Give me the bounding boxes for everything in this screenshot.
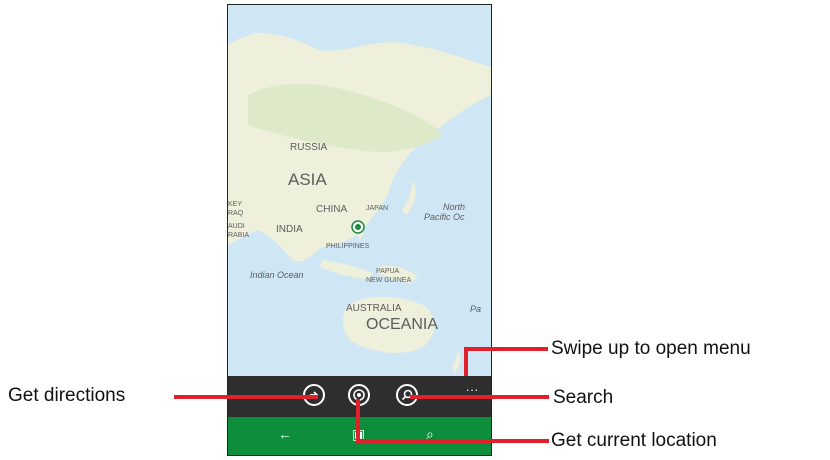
search-icon <box>401 389 413 401</box>
label-japan: JAPAN <box>366 205 388 212</box>
label-pacific: Pacific Oc <box>424 212 465 222</box>
search-nav-icon[interactable]: ⌕ <box>426 426 434 443</box>
label-asia: ASIA <box>288 170 327 189</box>
label-philippines: PHILIPPINES <box>326 243 370 250</box>
callout-get-directions: Get directions <box>8 385 126 406</box>
label-north: North <box>443 202 465 212</box>
label-left-3: AUDI <box>228 223 245 230</box>
label-new-guinea: NEW GUINEA <box>366 277 411 284</box>
label-china: CHINA <box>316 204 347 215</box>
label-papua: PAPUA <box>376 268 400 275</box>
phone-screen: RUSSIA ASIA CHINA JAPAN INDIA PHILIPPINE… <box>227 4 492 456</box>
label-left-1: KEY <box>228 201 242 208</box>
system-nav-bar: ← ▣ ⌕ <box>228 417 491 455</box>
label-russia: RUSSIA <box>290 142 328 153</box>
callout-search: Search <box>553 387 614 408</box>
current-location-button[interactable] <box>348 384 370 406</box>
search-button[interactable] <box>396 384 418 406</box>
callout-swipe-menu: Swipe up to open menu <box>551 338 751 359</box>
directions-button[interactable] <box>303 384 325 406</box>
directions-icon <box>310 391 319 399</box>
app-bar: ... <box>228 376 491 417</box>
label-oceania: OCEANIA <box>366 316 438 333</box>
callout-current-location: Get current location <box>551 430 717 451</box>
back-icon[interactable]: ← <box>278 426 292 442</box>
label-india: INDIA <box>276 224 303 235</box>
label-indian-ocean: Indian Ocean <box>250 270 304 280</box>
label-left-4: RABIA <box>228 232 249 239</box>
label-australia: AUSTRALIA <box>346 303 402 314</box>
label-pa: Pa <box>470 304 481 314</box>
map-view[interactable]: RUSSIA ASIA CHINA JAPAN INDIA PHILIPPINE… <box>228 5 491 376</box>
more-menu-button[interactable]: ... <box>466 380 479 394</box>
start-icon[interactable]: ▣ <box>352 426 365 443</box>
current-location-icon <box>353 389 365 401</box>
location-pin <box>351 220 365 234</box>
label-left-2: RAQ <box>228 210 244 217</box>
